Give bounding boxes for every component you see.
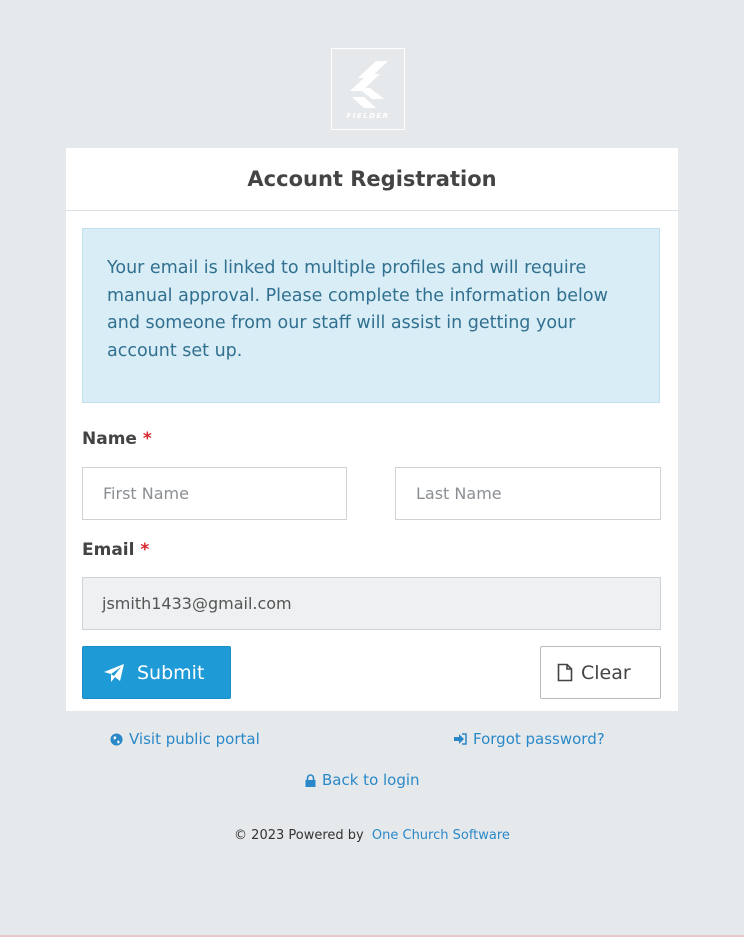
name-label-text: Name — [82, 429, 137, 449]
lock-icon — [305, 773, 316, 787]
fielder-logo: FIELDER — [331, 48, 405, 130]
card-title: Account Registration — [66, 148, 678, 211]
email-field[interactable]: jsmith1433@gmail.com — [82, 577, 661, 630]
visit-public-portal-label: Visit public portal — [129, 730, 260, 748]
registration-card: Account Registration Your email is linke… — [66, 148, 678, 711]
first-name-placeholder: First Name — [103, 484, 189, 503]
submit-button[interactable]: Submit — [82, 646, 231, 699]
last-name-input[interactable]: Last Name — [395, 467, 661, 520]
clear-label: Clear — [581, 661, 631, 684]
paper-plane-icon — [104, 663, 124, 682]
sign-in-icon — [454, 733, 467, 745]
info-alert: Your email is linked to multiple profile… — [82, 228, 660, 403]
email-label: Email * — [82, 540, 149, 560]
fielder-chevron-icon — [350, 60, 388, 108]
required-mark: * — [142, 429, 152, 449]
footer-text: © 2023 Powered by — [234, 828, 364, 843]
back-to-login-link[interactable]: Back to login — [305, 771, 420, 789]
back-to-login-label: Back to login — [322, 771, 420, 789]
required-mark: * — [140, 540, 150, 560]
submit-label: Submit — [137, 661, 205, 684]
globe-icon — [110, 732, 123, 746]
email-label-text: Email — [82, 540, 135, 560]
visit-public-portal-link[interactable]: Visit public portal — [110, 730, 260, 748]
name-label: Name * — [82, 429, 152, 449]
forgot-password-label: Forgot password? — [473, 730, 605, 748]
last-name-placeholder: Last Name — [416, 484, 502, 503]
first-name-input[interactable]: First Name — [82, 467, 347, 520]
clear-button[interactable]: Clear — [540, 646, 661, 699]
email-value: jsmith1433@gmail.com — [102, 594, 292, 613]
forgot-password-link[interactable]: Forgot password? — [453, 730, 605, 748]
logo-text: FIELDER — [346, 111, 390, 120]
footer-brand-link[interactable]: One Church Software — [372, 828, 510, 843]
footer: © 2023 Powered by One Church Software — [0, 828, 744, 843]
file-icon — [557, 663, 573, 682]
